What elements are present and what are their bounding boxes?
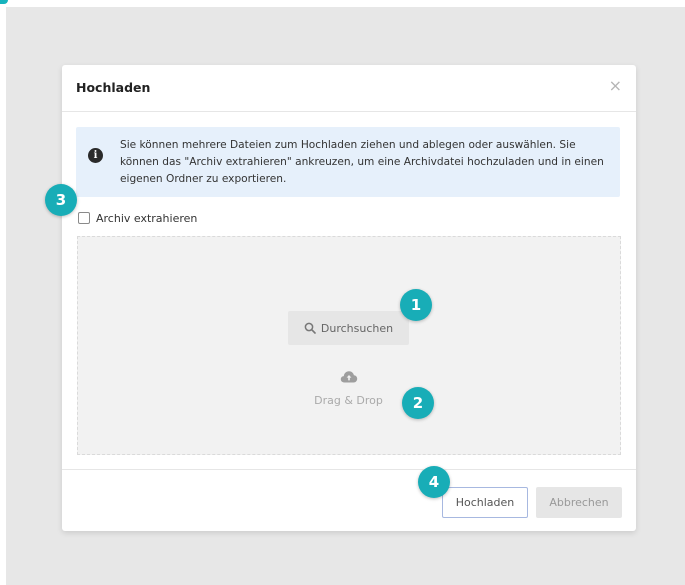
browse-label: Durchsuchen bbox=[320, 321, 394, 335]
search-icon bbox=[304, 322, 316, 334]
info-text: Sie können mehrere Dateien zum Hochladen… bbox=[120, 139, 604, 185]
callout-badge-3: 3 bbox=[45, 184, 77, 216]
upload-button[interactable]: Hochladen bbox=[442, 487, 528, 518]
dialog-title: Hochladen bbox=[76, 80, 151, 95]
browse-button[interactable]: Durchsuchen bbox=[288, 311, 409, 345]
dialog-header: Hochladen × bbox=[62, 65, 636, 112]
info-circle-icon: i bbox=[88, 148, 103, 163]
close-icon[interactable]: × bbox=[609, 78, 622, 94]
extract-archive-label: Archiv extrahieren bbox=[96, 211, 198, 225]
callout-badge-1: 1 bbox=[400, 289, 432, 321]
cancel-button[interactable]: Abbrechen bbox=[536, 487, 622, 518]
extract-archive-checkbox[interactable] bbox=[78, 212, 90, 224]
footer-divider bbox=[62, 469, 636, 470]
drop-zone[interactable] bbox=[77, 236, 621, 455]
drag-drop-text: Drag & Drop bbox=[314, 394, 383, 407]
callout-badge-2: 2 bbox=[402, 387, 434, 419]
info-message: i Sie können mehrere Dateien zum Hochlad… bbox=[76, 127, 620, 197]
extract-archive-option[interactable]: Archiv extrahieren bbox=[78, 210, 197, 226]
callout-badge-4: 4 bbox=[418, 466, 450, 498]
upload-dialog: Hochladen × i Sie können mehrere Dateien… bbox=[62, 65, 636, 531]
corner-accent bbox=[0, 0, 8, 4]
cloud-upload-icon bbox=[340, 371, 358, 383]
